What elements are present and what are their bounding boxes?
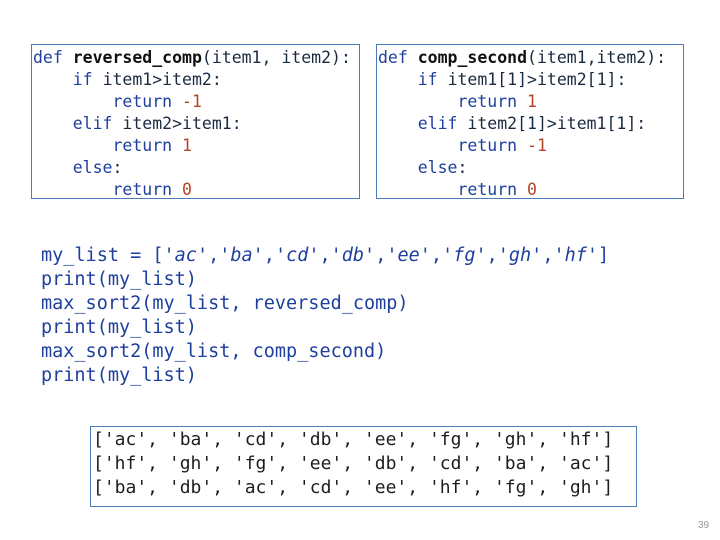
main-code-block: my_list = ['ac','ba','cd','db','ee','fg'…	[41, 244, 609, 388]
code-line: return 1	[112, 136, 192, 155]
code-line: print(my_list)	[41, 365, 197, 386]
console-output: ['ac', 'ba', 'cd', 'db', 'ee', 'fg', 'gh…	[91, 427, 636, 500]
code-line: print(my_list)	[41, 269, 197, 290]
code-line: if item1>item2:	[72, 70, 222, 89]
code-line: def comp_second(item1,item2):	[378, 48, 667, 67]
code-line: def reversed_comp(item1, item2):	[33, 48, 351, 67]
console-output-box: ['ac', 'ba', 'cd', 'db', 'ee', 'fg', 'gh…	[90, 426, 637, 507]
code-line: return 1	[457, 92, 537, 111]
main-code: my_list = ['ac','ba','cd','db','ee','fg'…	[41, 244, 609, 388]
code-line: my_list = ['ac','ba','cd','db','ee','fg'…	[41, 245, 610, 266]
output-line: ['ba', 'db', 'ac', 'cd', 'ee', 'hf', 'fg…	[93, 477, 614, 498]
comp-second-code-box: def comp_second(item1,item2): if item1[1…	[376, 44, 684, 199]
code-line: max_sort2(my_list, reversed_comp)	[41, 293, 409, 314]
code-line: elif item2[1]>item1[1]:	[417, 114, 647, 133]
code-line: return 0	[457, 180, 537, 199]
code-line: else:	[72, 158, 123, 177]
code-line: else:	[417, 158, 468, 177]
code-line: if item1[1]>item2[1]:	[417, 70, 627, 89]
reversed-comp-code-box: def reversed_comp(item1, item2): if item…	[31, 44, 360, 199]
code-line: elif item2>item1:	[72, 114, 242, 133]
code-line: return -1	[457, 136, 547, 155]
output-line: ['ac', 'ba', 'cd', 'db', 'ee', 'fg', 'gh…	[93, 429, 614, 450]
reversed-comp-code: def reversed_comp(item1, item2): if item…	[32, 45, 359, 201]
page-number: 39	[698, 520, 710, 531]
comp-second-code: def comp_second(item1,item2): if item1[1…	[377, 45, 683, 201]
code-line: return 0	[112, 180, 192, 199]
code-line: return -1	[112, 92, 202, 111]
output-line: ['hf', 'gh', 'fg', 'ee', 'db', 'cd', 'ba…	[93, 453, 614, 474]
code-line: max_sort2(my_list, comp_second)	[41, 341, 387, 362]
code-line: print(my_list)	[41, 317, 197, 338]
